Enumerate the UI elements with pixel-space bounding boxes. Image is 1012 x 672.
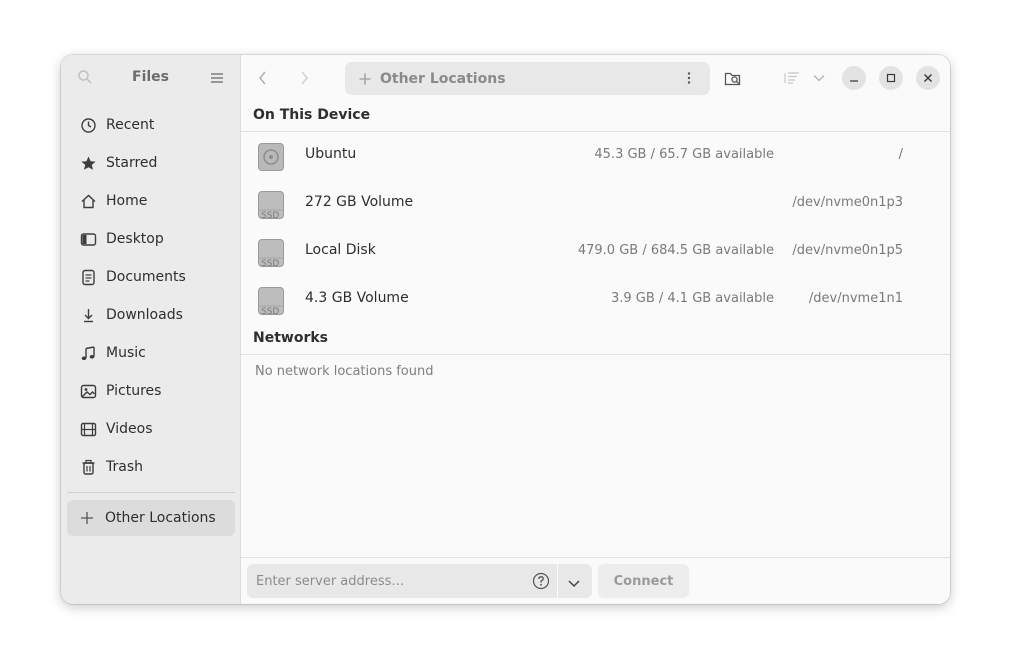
sidebar-item-label: Other Locations (105, 510, 216, 526)
star-icon (80, 155, 97, 172)
section-title-networks: Networks (253, 330, 329, 346)
sidebar-item-videos[interactable]: Videos (61, 410, 240, 448)
sidebar-item-label: Trash (106, 459, 143, 475)
help-icon[interactable] (532, 572, 550, 590)
back-button[interactable] (253, 68, 273, 88)
video-icon (80, 421, 97, 438)
sidebar-item-label: Desktop (106, 231, 164, 247)
sidebar-item-music[interactable]: Music (61, 334, 240, 372)
main-menu-icon[interactable] (210, 70, 224, 84)
document-icon (80, 269, 97, 286)
drive-name: 272 GB Volume (305, 194, 414, 210)
main-pane: Other Locations On This Device Ubuntu 45… (241, 55, 950, 604)
chevron-left-icon (259, 71, 266, 85)
drive-name: Ubuntu (305, 146, 357, 162)
networks-empty-message: No network locations found (255, 364, 434, 379)
drive-available: 479.0 GB / 684.5 GB available (577, 243, 774, 258)
location-path-bar[interactable]: Other Locations (345, 62, 710, 95)
vertical-dots-icon[interactable] (682, 71, 696, 85)
ssd-icon: SSD (257, 190, 285, 221)
maximize-button[interactable] (879, 66, 903, 90)
forward-button[interactable] (294, 68, 314, 88)
plus-icon (359, 73, 371, 85)
plus-icon (80, 511, 94, 525)
chevron-down-icon[interactable] (567, 575, 581, 588)
drive-row[interactable]: SSD 272 GB Volume /dev/nvme0n1p3 (241, 180, 950, 228)
maximize-icon (886, 73, 896, 83)
svg-text:SSD: SSD (261, 211, 279, 220)
ssd-icon: SSD (257, 238, 285, 269)
sidebar-item-label: Starred (106, 155, 158, 171)
minimize-button[interactable] (842, 66, 866, 90)
folder-search-icon[interactable] (723, 68, 743, 88)
desktop-icon (80, 231, 97, 248)
drive-row[interactable]: SSD Local Disk 479.0 GB / 684.5 GB avail… (241, 228, 950, 276)
connect-to-server-bar: Connect (241, 557, 950, 604)
connect-button[interactable]: Connect (598, 564, 689, 598)
drive-mount-point: /dev/nvme0n1p3 (792, 195, 903, 210)
svg-text:SSD: SSD (261, 307, 279, 316)
close-icon (924, 74, 932, 82)
sidebar-separator (67, 492, 235, 493)
sidebar: Files Recent Starred Home Desktop Docume… (61, 55, 241, 604)
sidebar-item-downloads[interactable]: Downloads (61, 296, 240, 334)
header-bar: Other Locations (241, 55, 950, 101)
path-label: Other Locations (380, 70, 506, 87)
download-icon (80, 307, 97, 324)
sidebar-item-other-locations[interactable]: Other Locations (67, 500, 235, 536)
divider (557, 564, 558, 598)
svg-text:SSD: SSD (261, 259, 279, 268)
sidebar-item-home[interactable]: Home (61, 182, 240, 220)
picture-icon (80, 383, 97, 400)
minimize-icon (850, 80, 858, 82)
sidebar-item-starred[interactable]: Starred (61, 144, 240, 182)
sidebar-item-desktop[interactable]: Desktop (61, 220, 240, 258)
sidebar-item-label: Videos (106, 421, 153, 437)
section-title-on-this-device: On This Device (253, 107, 371, 123)
drive-available: 3.9 GB / 4.1 GB available (610, 291, 774, 306)
drive-mount-point: /dev/nvme0n1p5 (792, 243, 903, 258)
close-button[interactable] (916, 66, 940, 90)
list-view-icon[interactable] (782, 68, 802, 88)
sidebar-item-label: Pictures (106, 383, 162, 399)
home-icon (80, 193, 97, 210)
music-icon (80, 345, 97, 362)
drive-row[interactable]: Ubuntu 45.3 GB / 65.7 GB available / (241, 132, 950, 180)
sidebar-item-recent[interactable]: Recent (61, 106, 240, 144)
ssd-icon: SSD (257, 286, 285, 317)
drive-name: 4.3 GB Volume (305, 290, 409, 306)
sidebar-header: Files (61, 55, 240, 101)
sidebar-item-documents[interactable]: Documents (61, 258, 240, 296)
sidebar-item-label: Downloads (106, 307, 183, 323)
trash-icon (80, 459, 97, 476)
hard-disk-icon (257, 142, 285, 172)
sidebar-item-trash[interactable]: Trash (61, 448, 240, 486)
sidebar-item-label: Documents (106, 269, 186, 285)
chevron-down-icon[interactable] (809, 68, 829, 88)
sidebar-places: Recent Starred Home Desktop Documents Do… (61, 106, 240, 486)
files-window: Files Recent Starred Home Desktop Docume… (61, 55, 950, 604)
drive-available: 45.3 GB / 65.7 GB available (594, 147, 774, 162)
drive-row[interactable]: SSD 4.3 GB Volume 3.9 GB / 4.1 GB availa… (241, 276, 950, 324)
chevron-right-icon (301, 71, 308, 85)
sidebar-item-label: Home (106, 193, 148, 209)
drive-name: Local Disk (305, 242, 376, 258)
sidebar-item-pictures[interactable]: Pictures (61, 372, 240, 410)
sidebar-item-label: Music (106, 345, 146, 361)
clock-icon (80, 117, 97, 134)
sidebar-item-label: Recent (106, 117, 155, 133)
divider (241, 354, 950, 355)
drive-mount-point: / (898, 147, 903, 162)
drive-mount-point: /dev/nvme1n1 (808, 291, 903, 306)
